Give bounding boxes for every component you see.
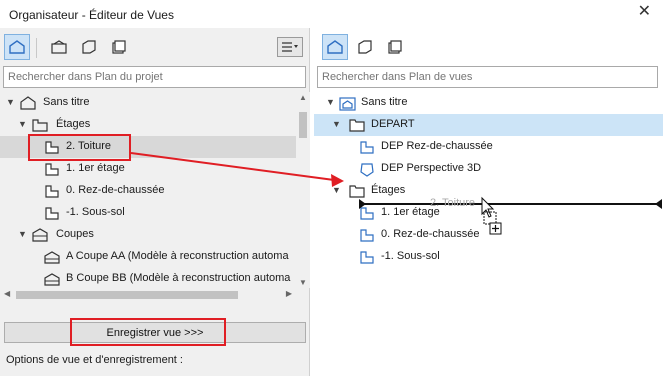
scroll-thumb[interactable] (299, 112, 307, 138)
tree-item-dep-perspective-3d[interactable]: DEP Perspective 3D (314, 158, 663, 180)
view-map-icon (51, 40, 67, 54)
publisher-icon (388, 40, 402, 54)
tree-item-label: DEPART (371, 118, 415, 130)
tree-item-label: Étages (371, 184, 406, 196)
scroll-right-icon[interactable]: ▶ (286, 289, 292, 298)
tree-item-0-rez-de-chaussee[interactable]: 0. Rez-de-chaussée (314, 224, 663, 246)
publisher-icon (112, 40, 126, 54)
highlight-source-item (28, 134, 131, 161)
project-tree: ▼ Sans titre ▼ Étages 2. Toiture 1. 1er … (0, 92, 296, 288)
tree-item-etages[interactable]: ▼ Étages (0, 114, 296, 136)
view-map-tab[interactable] (322, 34, 348, 60)
section-icon (44, 251, 60, 264)
tree-item-dep-rez-de-chaussee[interactable]: DEP Rez-de-chaussée (314, 136, 663, 158)
tree-item-label: Sans titre (43, 96, 90, 108)
highlight-save-button (70, 318, 226, 346)
house-icon (9, 40, 25, 54)
tree-item-label: -1. Sous-sol (66, 206, 125, 218)
tree-item-sans-titre[interactable]: ▼ Sans titre (314, 92, 663, 114)
tree-item-label: -1. Sous-sol (381, 250, 440, 262)
drag-ghost-label: 2. Toiture (430, 197, 476, 209)
expand-arrow-icon[interactable]: ▼ (6, 97, 15, 107)
scroll-left-icon[interactable]: ◀ (4, 289, 10, 298)
layout-book-icon (358, 40, 372, 54)
view-map-tree: ▼ Sans titre ▼ DEPART DEP Rez-de-chaussé… (314, 92, 663, 292)
tree-item-sous-sol[interactable]: -1. Sous-sol (314, 246, 663, 268)
publisher-sets-tab[interactable] (382, 34, 408, 60)
tree-item-1-1er-etage[interactable]: 1. 1er étage (314, 202, 663, 224)
sections-folder-icon (32, 228, 48, 242)
folder-icon (349, 119, 365, 132)
floor-plan-view-icon (360, 207, 374, 220)
floor-plan-view-icon (360, 229, 374, 242)
expand-arrow-icon[interactable]: ▼ (332, 119, 341, 129)
expand-arrow-icon[interactable]: ▼ (18, 229, 27, 239)
tree-item-label: 1. 1er étage (66, 162, 125, 174)
menu-icon (282, 42, 298, 52)
scroll-thumb[interactable] (16, 291, 238, 299)
tree-item-label: Coupes (56, 228, 94, 240)
scroll-down-icon[interactable]: ▼ (299, 278, 307, 287)
tree-item-label: Sans titre (361, 96, 408, 108)
tree-item-sans-titre[interactable]: ▼ Sans titre (0, 92, 296, 114)
tree-item-label: B Coupe BB (Modèle à reconstruction auto… (66, 272, 291, 284)
tree-item-label: A Coupe AA (Modèle à reconstruction auto… (66, 250, 289, 262)
view-map-search-input[interactable] (317, 66, 658, 88)
3d-view-icon (360, 163, 374, 177)
house-icon (327, 40, 343, 54)
tree-item-depart[interactable]: ▼ DEPART (314, 114, 663, 136)
panel-menu-button[interactable] (277, 37, 303, 57)
close-icon[interactable]: ✕ (638, 4, 651, 20)
floor-plan-view-icon (360, 141, 374, 154)
title-bar: Organisateur - Éditeur de Vues ✕ (0, 0, 663, 28)
floor-plan-view-icon (360, 251, 374, 264)
floor-plan-icon (45, 207, 59, 220)
tree-item-etages[interactable]: ▼ Étages (314, 180, 663, 202)
vertical-scrollbar[interactable]: ▲ ▼ (296, 92, 310, 288)
tree-item-coupe-bb[interactable]: B Coupe BB (Modèle à reconstruction auto… (0, 268, 296, 288)
tree-item-0-rez-de-chaussee[interactable]: 0. Rez-de-chaussée (0, 180, 296, 202)
tree-item-label: 0. Rez-de-chaussée (381, 228, 480, 240)
expand-arrow-icon[interactable]: ▼ (332, 185, 341, 195)
view-map-house-icon (339, 97, 356, 111)
floor-plan-icon (45, 163, 59, 176)
tree-item-coupe-aa[interactable]: A Coupe AA (Modèle à reconstruction auto… (0, 246, 296, 268)
floor-plan-icon (45, 185, 59, 198)
expand-arrow-icon[interactable]: ▼ (326, 97, 335, 107)
folder-icon (349, 185, 365, 198)
view-map-panel: ▼ Sans titre ▼ DEPART DEP Rez-de-chaussé… (314, 28, 663, 376)
window-title: Organisateur - Éditeur de Vues (9, 8, 174, 22)
project-search-input[interactable] (3, 66, 306, 88)
scroll-up-icon[interactable]: ▲ (299, 93, 307, 102)
horizontal-scrollbar[interactable]: ◀ ▶ (0, 288, 296, 302)
tree-item-coupes[interactable]: ▼ Coupes (0, 224, 296, 246)
section-icon (44, 273, 60, 286)
project-house-icon (20, 96, 36, 110)
stories-folder-icon (32, 119, 48, 132)
project-map-tab[interactable] (4, 34, 30, 60)
right-toolbar (314, 32, 663, 62)
drop-insertion-line (364, 203, 658, 205)
layout-book-tab[interactable] (352, 34, 378, 60)
left-toolbar (0, 32, 309, 62)
tree-item-label: DEP Perspective 3D (381, 162, 482, 174)
tree-item-label: 0. Rez-de-chaussée (66, 184, 165, 196)
expand-arrow-icon[interactable]: ▼ (18, 119, 27, 129)
view-map-tab[interactable] (46, 34, 72, 60)
view-options-label: Options de vue et d'enregistrement : (6, 354, 183, 366)
tree-item-1-1er-etage[interactable]: 1. 1er étage (0, 158, 296, 180)
tree-item-sous-sol[interactable]: -1. Sous-sol (0, 202, 296, 224)
tree-item-label: DEP Rez-de-chaussée (381, 140, 493, 152)
layout-book-tab[interactable] (76, 34, 102, 60)
layout-book-icon (82, 40, 96, 54)
tree-item-label: Étages (56, 118, 91, 130)
publisher-sets-tab[interactable] (106, 34, 132, 60)
